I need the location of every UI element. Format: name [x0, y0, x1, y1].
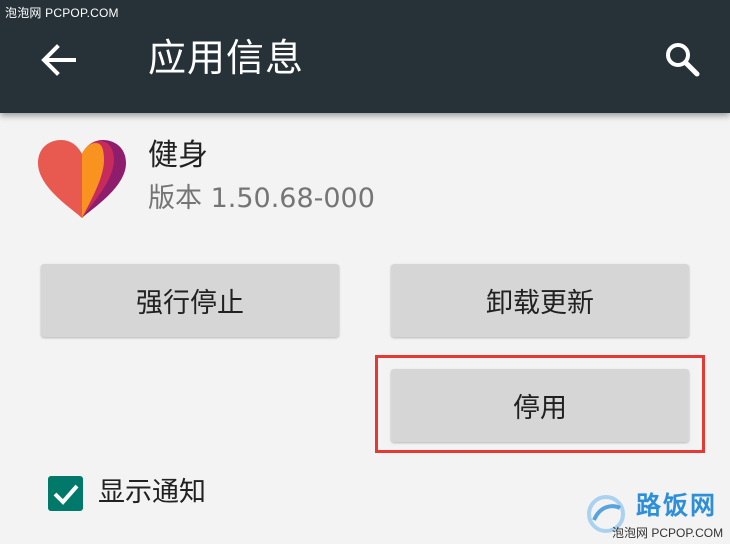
heart-icon [38, 140, 126, 218]
app-bar: 泡泡网 PCPOP.COM 应用信息 [0, 0, 730, 113]
watermark-brand: 路饭网 [636, 491, 718, 520]
search-button[interactable] [654, 33, 710, 85]
show-notifications-checkbox[interactable] [48, 476, 83, 511]
arrow-back-icon [41, 44, 76, 76]
checkmark-icon [53, 484, 79, 505]
disable-button[interactable]: 停用 [391, 369, 689, 442]
watermark-bottom: 泡泡网 PCPOP.COM [612, 526, 724, 540]
app-name: 健身 [148, 138, 208, 173]
page-title: 应用信息 [148, 36, 305, 80]
force-stop-button[interactable]: 强行停止 [41, 264, 339, 337]
show-notifications-label: 显示通知 [98, 477, 206, 508]
back-button[interactable] [32, 37, 84, 83]
watermark-top: 泡泡网 PCPOP.COM [5, 6, 119, 20]
app-version: 版本 1.50.68-000 [148, 183, 375, 214]
uninstall-updates-button[interactable]: 卸载更新 [391, 264, 689, 337]
search-icon [666, 43, 700, 77]
